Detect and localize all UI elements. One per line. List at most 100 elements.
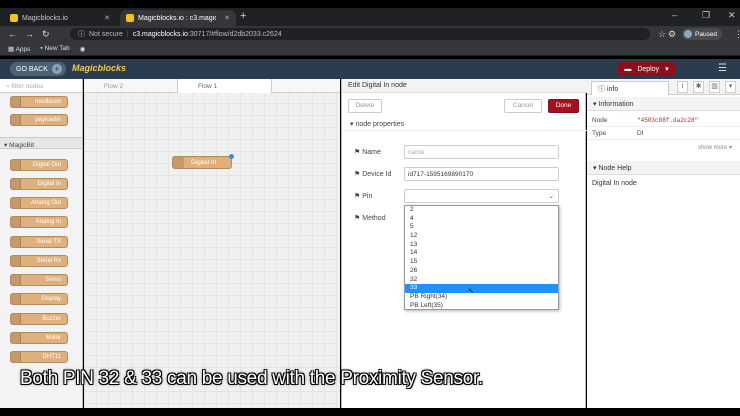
screen: Magicblocks.io ✕ Magicblocks.io : c3.mag… [0,0,740,416]
done-button[interactable]: Done [548,99,579,113]
maximize-icon[interactable]: ❐ [702,10,710,21]
palette-node-digital-out[interactable]: Digital Out [10,159,68,171]
palette-node-motor[interactable]: Motor [10,332,68,344]
show-more-link[interactable]: show more ▾ [698,144,732,151]
pin-option[interactable]: 2 [405,206,558,215]
close-icon[interactable]: ✕ [104,14,110,22]
chevron-down-icon[interactable]: ▾ [725,81,736,93]
tab-flow-2[interactable]: Flow 2 [84,79,178,93]
browser-menu-icon[interactable]: ⋮ [734,29,740,40]
back-icon[interactable]: ← [8,29,17,39]
profile-button[interactable]: Paused [682,28,722,40]
url-security-label: Not secure [89,31,123,38]
pin-option[interactable]: 32 [405,276,558,285]
url-separator: | [127,31,129,38]
palette-node-serial-tx[interactable]: Serial TX [10,236,68,248]
node-properties-header[interactable]: ▾ node properties [342,117,587,131]
pin-option[interactable]: 13 [405,241,558,250]
palette-node-buzzer[interactable]: Buzzer [10,313,68,325]
pin-option[interactable]: 26 [405,267,558,276]
favicon-icon [10,14,18,22]
palette-node-digital-in[interactable]: Digital In [10,178,68,190]
device-id-field[interactable]: id717-1595169890170 [404,167,559,181]
globe-icon[interactable]: ◉ [80,45,86,53]
pin-option-selected[interactable]: 33 [405,284,558,293]
device-id-label-text: Device Id [362,171,391,178]
close-window-icon[interactable]: ✕ [728,10,736,21]
chevron-down-icon: ⌄ [549,192,554,200]
information-section[interactable]: ▾ Information [587,97,740,111]
flow-node-digital-in[interactable]: Digital In [172,156,232,169]
cancel-button[interactable]: Cancel [504,99,542,113]
extensions-icon[interactable]: ⚙ [668,29,676,40]
reload-icon[interactable]: ↻ [42,29,50,40]
delete-button[interactable]: Delete [348,99,382,113]
info-row-value: "4503c88f.da2c28" [637,117,698,124]
pin-option[interactable]: PB Left(35) [405,302,558,311]
tray-title: Edit Digital In node [342,79,587,93]
palette-node-analog-out[interactable]: Analog Out [10,197,68,209]
information-section-label: Information [598,101,633,108]
method-label-text: Method [362,215,385,222]
palette-category-label: MagicBit [9,142,34,149]
go-back-label: GO BACK [16,66,48,73]
info-icon[interactable]: i [677,81,688,93]
bookmark-apps-label: Apps [16,46,31,53]
pin-option[interactable]: 14 [405,249,558,258]
avatar [684,30,692,38]
browser-tab-1[interactable]: Magicblocks.io ✕ [4,10,116,26]
browser-tab-2[interactable]: Magicblocks.io : c3.magicblocks.io ✕ [120,10,236,26]
address-bar-row: ← → ↻ ⓘ Not secure | c3.magicblocks.io :… [0,26,740,42]
show-more-label: show more [698,145,727,151]
mouse-cursor-icon: ↖ [468,287,473,293]
forward-icon[interactable]: → [25,29,34,39]
name-label-text: Name [362,149,381,156]
minimize-icon[interactable]: – [672,10,677,20]
edit-node-tray: Edit Digital In node Delete Cancel Done … [341,79,586,408]
node-help-section[interactable]: ▾ Node Help [587,161,740,175]
node-help-label: Node Help [598,165,631,172]
pin-option[interactable]: PB Right(34) [405,293,558,302]
plus-icon: + [52,64,62,74]
pin-option[interactable]: 4 [405,215,558,224]
tab-info-label: info [607,86,618,93]
deploy-label: Deploy [637,66,659,73]
pin-select[interactable]: ⌄ [404,189,559,203]
pin-label: ⚑ Pin [354,192,372,200]
star-icon[interactable]: ☆ [658,29,666,40]
node-palette: ⌕ filter nodes modbusin payloadin ▾ Magi… [0,79,83,408]
palette-node-analog-in[interactable]: Analog In [10,216,68,228]
debug-icon[interactable]: ✱ [693,81,704,93]
palette-node[interactable]: payloadin [10,114,68,126]
tab-info[interactable]: ⓘ info [591,81,669,95]
node-help-text: Digital In node [592,180,637,187]
url-field[interactable]: ⓘ Not secure | c3.magicblocks.io :30717/… [70,28,650,40]
pin-option[interactable]: 15 [405,258,558,267]
flow-workspace[interactable]: Flow 2 Flow 1 [84,79,340,408]
deploy-button[interactable]: ▬ Deploy ▾ [618,62,675,76]
pin-option[interactable]: 12 [405,232,558,241]
palette-node-servo[interactable]: Servo [10,274,68,286]
palette-node-serial-rx[interactable]: Serial Rx [10,255,68,267]
palette-node-dht11[interactable]: DHT11 [10,351,68,363]
bookmark-apps[interactable]: ▦ Apps [8,45,30,53]
palette-node[interactable]: modbusin [10,96,68,108]
tab-flow-1[interactable]: Flow 1 [178,79,272,93]
chart-icon[interactable]: ▥ [709,81,720,93]
go-back-button[interactable]: GO BACK + [10,62,66,76]
name-label: ⚑ Name [354,148,381,156]
name-field[interactable]: name [404,145,559,159]
filter-placeholder: filter nodes [11,83,43,90]
new-tab-icon[interactable]: + [240,10,246,22]
method-label: ⚑ Method [354,214,386,222]
close-icon[interactable]: ✕ [224,14,230,22]
pin-option[interactable]: 5 [405,223,558,232]
filter-nodes-input[interactable]: ⌕ filter nodes [0,79,83,93]
menu-icon[interactable]: ☰ [718,63,727,74]
flow-tabs: Flow 2 Flow 1 [84,79,340,93]
pin-dropdown-list[interactable]: 2 4 5 12 13 14 15 26 32 33 PB Right(34) … [404,205,559,310]
palette-category-magicbit[interactable]: ▾ MagicBit [0,137,83,149]
palette-node-display[interactable]: Display [10,293,68,305]
profile-label: Paused [695,31,717,38]
bookmark-new-tab[interactable]: ▪ New Tab [40,45,69,52]
